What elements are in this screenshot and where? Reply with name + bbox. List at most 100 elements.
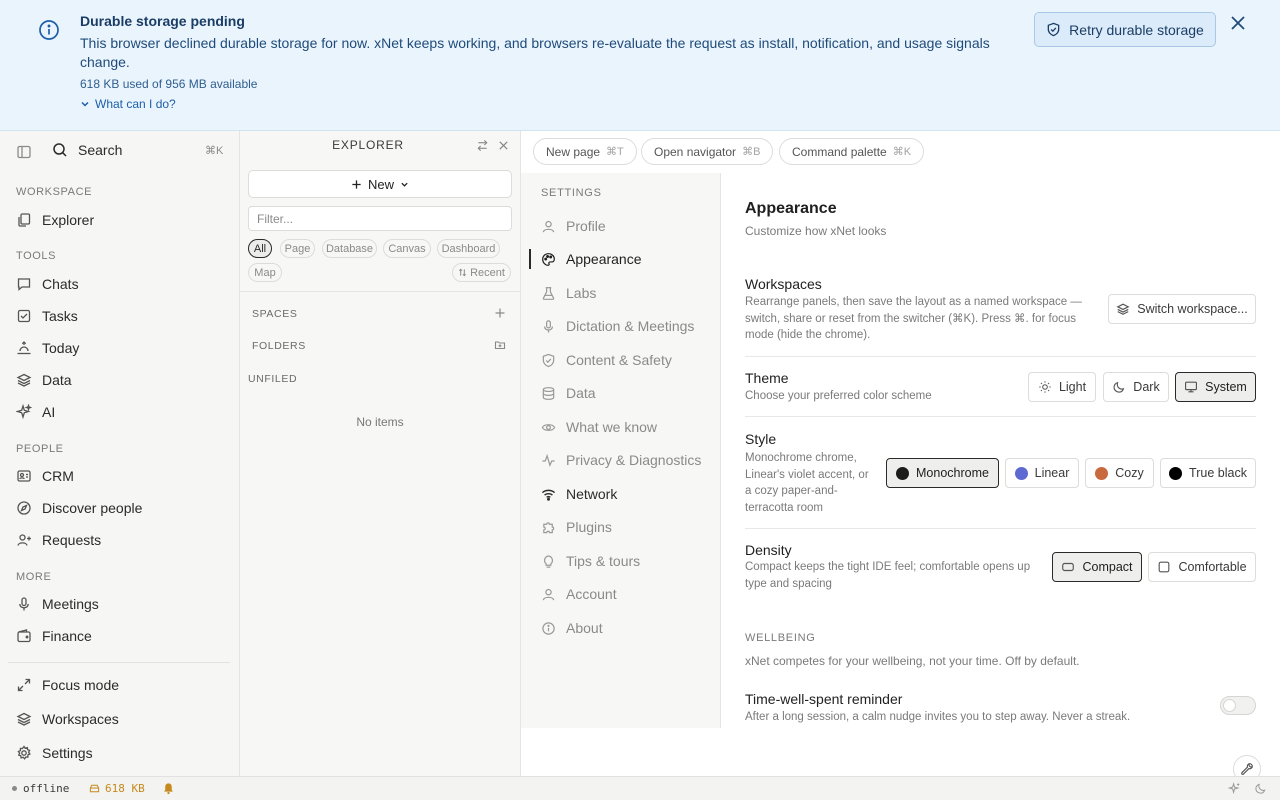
section-more: MORE (16, 571, 52, 583)
storage-label: 618 KB (105, 782, 145, 795)
add-space-icon[interactable] (494, 307, 506, 319)
sort-label: Recent (470, 266, 505, 279)
sidebar-item-label: Meetings (42, 596, 99, 612)
sidebar-item-explorer[interactable]: Explorer (16, 206, 230, 234)
section-tools: TOOLS (16, 250, 57, 262)
search-button[interactable]: Search (52, 142, 122, 158)
sparkles-icon[interactable] (1228, 782, 1241, 795)
settings-heading: SETTINGS (541, 187, 602, 199)
sidebar-item-discover-people[interactable]: Discover people (16, 494, 230, 522)
settings-item-labs[interactable]: Labs (541, 280, 716, 306)
connection-status[interactable]: offline (12, 782, 69, 795)
reminder-toggle[interactable] (1220, 696, 1256, 715)
command-palette-label: Command palette (792, 144, 887, 159)
moon-icon (1112, 380, 1126, 394)
theme-system-button[interactable]: System (1175, 372, 1256, 402)
wifi-icon (541, 487, 556, 502)
sidebar-item-data[interactable]: Data (16, 366, 230, 394)
moon-icon[interactable] (1254, 782, 1267, 795)
settings-item-appearance[interactable]: Appearance (541, 246, 716, 272)
search-icon (52, 142, 68, 158)
density-compact-label: Compact (1082, 560, 1133, 574)
swap-icon[interactable] (476, 139, 489, 152)
chip-page[interactable]: Page (280, 239, 315, 258)
style-cozy-button[interactable]: Cozy (1085, 458, 1154, 488)
theme-light-button[interactable]: Light (1028, 372, 1096, 402)
row-divider (745, 416, 1256, 417)
new-item-button[interactable]: New (248, 170, 512, 198)
retry-storage-button[interactable]: Retry durable storage (1034, 12, 1216, 47)
settings-item-label: Plugins (566, 519, 612, 535)
chip-canvas[interactable]: Canvas (383, 239, 431, 258)
settings-item-label: Data (566, 385, 596, 401)
add-folder-icon[interactable] (494, 339, 506, 351)
sidebar-item-label: Settings (42, 745, 93, 761)
settings-item-label: Appearance (566, 251, 642, 267)
theme-dark-button[interactable]: Dark (1103, 372, 1169, 402)
content-footer-area (521, 728, 1280, 776)
style-true-black-button[interactable]: True black (1160, 458, 1256, 488)
settings-item-about[interactable]: About (541, 615, 716, 641)
settings-item-plugins[interactable]: Plugins (541, 514, 716, 540)
density-comfortable-button[interactable]: Comfortable (1148, 552, 1256, 582)
square-icon (1157, 560, 1171, 574)
sidebar-item-workspaces[interactable]: Workspaces (16, 705, 230, 733)
user-icon (541, 219, 556, 234)
sidebar-item-label: CRM (42, 468, 74, 484)
sidebar-toggle-icon[interactable] (16, 144, 32, 160)
settings-item-network[interactable]: Network (541, 481, 716, 507)
sidebar-item-finance[interactable]: Finance (16, 622, 230, 650)
settings-item-what-we-know[interactable]: What we know (541, 414, 716, 440)
sidebar-item-label: Workspaces (42, 711, 119, 727)
settings-item-label: About (566, 620, 603, 636)
close-panel-icon[interactable] (497, 139, 510, 152)
sidebar-item-crm[interactable]: CRM (16, 462, 230, 490)
settings-item-tips[interactable]: Tips & tours (541, 548, 716, 574)
theme-desc: Choose your preferred color scheme (745, 390, 932, 402)
command-palette-button[interactable]: Command palette ⌘K (779, 138, 925, 165)
settings-item-profile[interactable]: Profile (541, 213, 716, 239)
settings-item-privacy[interactable]: Privacy & Diagnostics (541, 447, 716, 473)
sidebar-item-meetings[interactable]: Meetings (16, 590, 230, 618)
wallet-icon (16, 628, 32, 644)
toggle-knob (1223, 699, 1236, 712)
help-link-label: What can I do? (95, 97, 176, 111)
help-link[interactable]: What can I do? (80, 97, 176, 111)
wrench-icon (1240, 762, 1254, 776)
retry-label: Retry durable storage (1069, 21, 1204, 38)
chevron-down-icon (80, 99, 90, 109)
bell-icon[interactable] (162, 782, 175, 795)
density-compact-button[interactable]: Compact (1052, 552, 1142, 582)
sidebar-item-ai[interactable]: AI (16, 398, 230, 426)
sidebar-item-chats[interactable]: Chats (16, 270, 230, 298)
theme-title: Theme (745, 370, 789, 386)
close-icon[interactable] (1228, 13, 1248, 33)
sidebar-divider (8, 662, 230, 663)
settings-item-dictation[interactable]: Dictation & Meetings (541, 313, 716, 339)
style-linear-button[interactable]: Linear (1005, 458, 1079, 488)
storage-status[interactable]: 618 KB (89, 782, 145, 795)
sidebar: Search ⌘K WORKSPACE Explorer TOOLS Chats… (0, 131, 240, 776)
section-people: PEOPLE (16, 443, 64, 455)
sidebar-item-tasks[interactable]: Tasks (16, 302, 230, 330)
microphone-icon (541, 319, 556, 334)
switch-workspace-button[interactable]: Switch workspace... (1108, 294, 1256, 324)
settings-item-content-safety[interactable]: Content & Safety (541, 347, 716, 373)
sidebar-item-requests[interactable]: Requests (16, 526, 230, 554)
active-indicator (529, 249, 531, 269)
settings-item-data[interactable]: Data (541, 380, 716, 406)
chip-database[interactable]: Database (322, 239, 377, 258)
chip-map[interactable]: Map (248, 263, 282, 282)
style-monochrome-button[interactable]: Monochrome (886, 458, 999, 488)
new-page-button[interactable]: New page ⌘T (533, 138, 637, 165)
sidebar-item-today[interactable]: Today (16, 334, 230, 362)
open-navigator-button[interactable]: Open navigator ⌘B (641, 138, 774, 165)
sort-recent-button[interactable]: Recent (452, 263, 511, 282)
filter-input[interactable] (248, 206, 512, 231)
sidebar-item-label: Chats (42, 276, 79, 292)
chip-all[interactable]: All (248, 239, 272, 258)
settings-item-account[interactable]: Account (541, 581, 716, 607)
chip-dashboard[interactable]: Dashboard (437, 239, 500, 258)
sidebar-item-focus-mode[interactable]: Focus mode (16, 671, 230, 699)
sidebar-item-settings[interactable]: Settings (16, 739, 230, 767)
